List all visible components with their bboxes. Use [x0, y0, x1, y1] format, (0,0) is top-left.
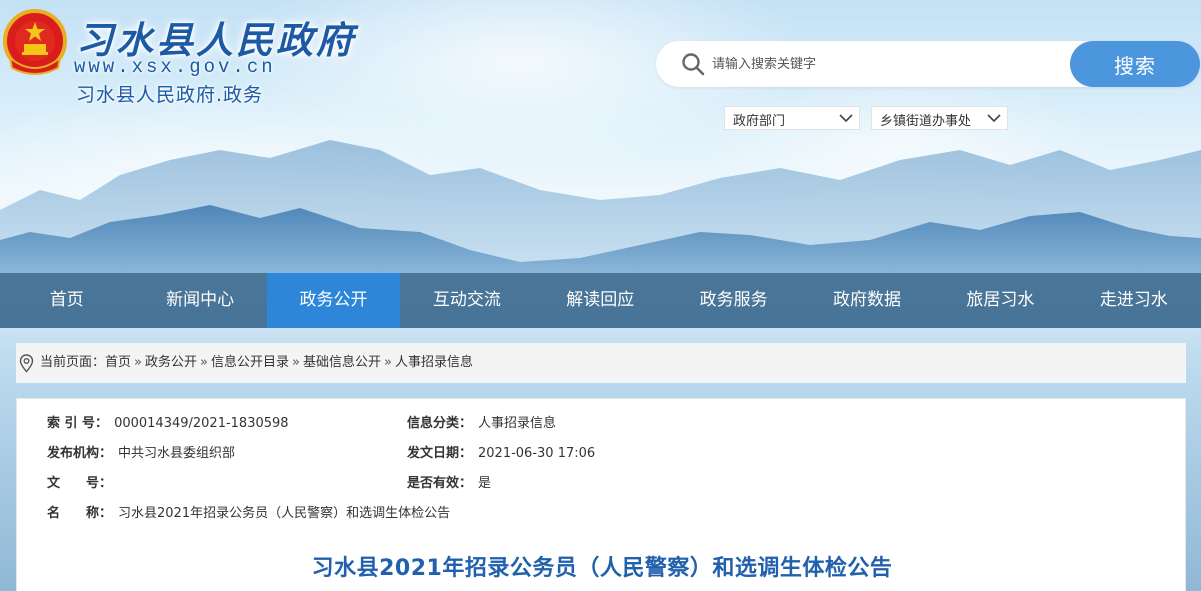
breadcrumb-prefix: 当前页面： [40, 355, 106, 370]
meta-publisher-label: 发布机构： [47, 446, 113, 461]
breadcrumb-separator: » [200, 355, 208, 370]
breadcrumb-home[interactable]: 首页 [105, 355, 131, 370]
site-url: www.xsx.gov.cn [74, 56, 276, 78]
chevron-down-icon [839, 114, 853, 123]
breadcrumb-basic-info[interactable]: 基础信息公开 [303, 355, 381, 370]
search-input[interactable] [712, 50, 1062, 78]
main-nav: 首页 新闻中心 政务公开 互动交流 解读回应 政务服务 政府数据 旅居习水 走进… [0, 273, 1201, 328]
department-select-value: 政府部门 [733, 114, 786, 129]
meta-category: 信息分类： 人事招录信息 [407, 414, 556, 434]
breadcrumb-separator: » [383, 355, 392, 370]
nav-item-gov-services[interactable]: 政务服务 [667, 273, 800, 328]
township-select-value: 乡镇街道办事处 [880, 114, 972, 129]
search-icon [682, 53, 705, 76]
meta-valid-value: 是 [478, 476, 492, 491]
meta-index-value: 000014349/2021-1830598 [114, 416, 289, 431]
township-select[interactable]: 乡镇街道办事处 [871, 106, 1008, 130]
meta-name-value: 习水县2021年招录公务员（人民警察）和选调生体检公告 [118, 506, 451, 521]
document-title: 习水县2021年招录公务员（人民警察）和选调生体检公告 [311, 556, 893, 581]
breadcrumb-gov-affairs[interactable]: 政务公开 [145, 355, 197, 370]
meta-date-value: 2021-06-30 17:06 [478, 446, 596, 461]
meta-valid-label: 是否有效： [407, 476, 473, 491]
location-pin-icon [19, 354, 34, 373]
nav-item-interaction[interactable]: 互动交流 [400, 273, 533, 328]
meta-date: 发文日期： 2021-06-30 17:06 [407, 444, 595, 464]
meta-index: 索 引 号： 000014349/2021-1830598 [47, 414, 289, 434]
national-emblem-icon [3, 9, 67, 75]
meta-docno-label: 文 号： [47, 476, 113, 491]
site-subtitle: 习水县人民政府.政务 [76, 84, 264, 106]
nav-item-gov-affairs[interactable]: 政务公开 [266, 273, 401, 328]
meta-date-label: 发文日期： [407, 446, 473, 461]
nav-item-about[interactable]: 走进习水 [1067, 273, 1200, 328]
nav-item-news[interactable]: 新闻中心 [133, 273, 266, 328]
meta-valid: 是否有效： 是 [407, 474, 491, 494]
department-select[interactable]: 政府部门 [724, 106, 860, 130]
breadcrumb-catalog[interactable]: 信息公开目录 [211, 355, 289, 370]
document-card: 索 引 号： 000014349/2021-1830598 信息分类： 人事招录信息… [16, 398, 1186, 591]
breadcrumb-separator: » [134, 355, 142, 370]
chevron-down-icon [987, 114, 1001, 123]
search-button[interactable]: 搜索 [1070, 41, 1200, 87]
meta-category-label: 信息分类： [407, 416, 473, 431]
nav-item-interpretation[interactable]: 解读回应 [534, 273, 667, 328]
meta-publisher: 发布机构： 中共习水县委组织部 [47, 444, 235, 464]
breadcrumb: 当前页面：首页» 政务公开» 信息公开目录» 基础信息公开» 人事招录信息 [16, 343, 1186, 383]
nav-item-travel[interactable]: 旅居习水 [934, 273, 1067, 328]
meta-docno: 文 号： [47, 474, 118, 494]
nav-item-home[interactable]: 首页 [0, 273, 133, 328]
nav-item-gov-data[interactable]: 政府数据 [800, 273, 933, 328]
meta-publisher-value: 中共习水县委组织部 [118, 446, 236, 461]
breadcrumb-separator: » [292, 355, 300, 370]
meta-name-label: 名 称： [47, 506, 113, 521]
meta-index-label: 索 引 号： [47, 416, 109, 431]
breadcrumb-current[interactable]: 人事招录信息 [395, 355, 473, 370]
meta-category-value: 人事招录信息 [478, 416, 557, 431]
meta-name: 名 称： 习水县2021年招录公务员（人民警察）和选调生体检公告 [47, 504, 450, 524]
